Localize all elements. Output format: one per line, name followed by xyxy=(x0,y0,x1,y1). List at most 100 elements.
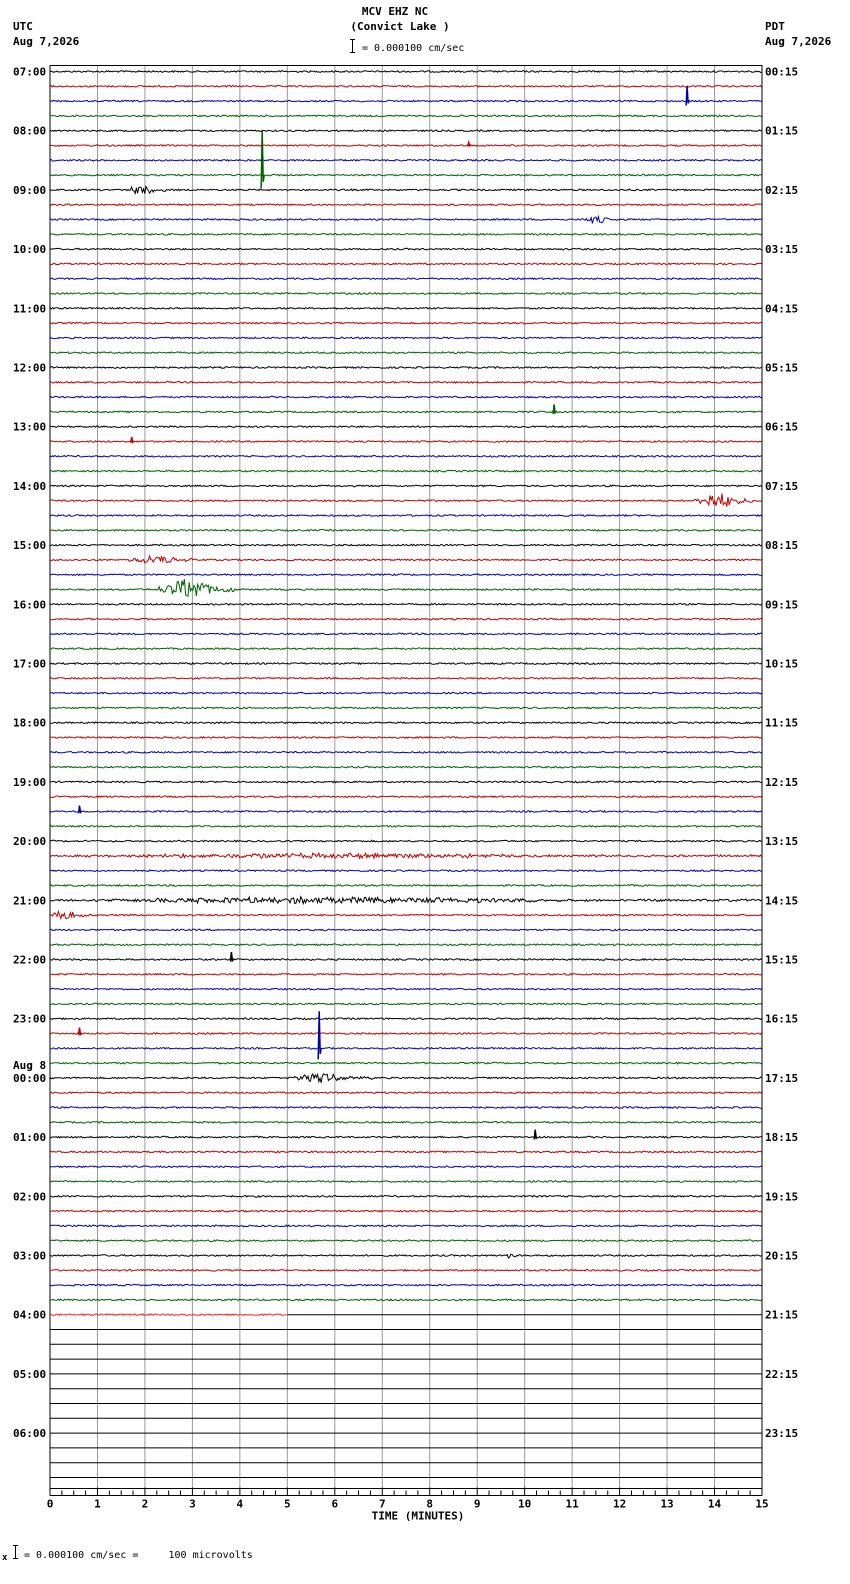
utc-time-label: 09:00 xyxy=(13,184,46,197)
utc-time-label: 10:00 xyxy=(13,243,46,256)
trace-line xyxy=(49,809,762,814)
utc-time-label: 02:00 xyxy=(13,1190,46,1203)
trace-line xyxy=(49,1209,762,1213)
trace-line xyxy=(49,750,762,754)
seismic-event-spike xyxy=(533,1129,538,1140)
footer-scale-bar-icon xyxy=(15,1545,16,1559)
utc-time-label: 11:00 xyxy=(13,302,46,315)
trace-line xyxy=(49,1072,762,1084)
trace-line xyxy=(50,909,762,921)
traces xyxy=(49,69,762,1478)
trace-line xyxy=(49,1313,287,1317)
trace-line xyxy=(49,869,762,873)
x-tick-label: 0 xyxy=(47,1498,54,1511)
utc-time-label: 21:00 xyxy=(13,894,46,907)
trace-line xyxy=(50,928,762,932)
trace-line xyxy=(49,232,762,236)
trace-line xyxy=(50,721,762,725)
pdt-time-label: 22:15 xyxy=(765,1368,798,1381)
x-axis-title: TIME (MINUTES) xyxy=(372,1510,465,1523)
x-tick-label: 13 xyxy=(660,1498,673,1511)
trace-line xyxy=(49,336,762,340)
trace-line xyxy=(49,883,762,888)
trace-line xyxy=(49,943,762,947)
trace-line xyxy=(49,158,762,162)
trace-line xyxy=(49,84,762,88)
trace-line xyxy=(49,1239,762,1243)
footer-scale-bar-cap-bottom xyxy=(13,1558,18,1559)
trace-line xyxy=(49,1224,762,1228)
trace-line xyxy=(49,484,762,488)
pdt-time-label: 05:15 xyxy=(765,362,798,375)
footer-scale-bar-cap-top xyxy=(13,1545,18,1546)
trace-line xyxy=(49,262,762,266)
trace-line xyxy=(49,1105,762,1110)
trace-line xyxy=(49,493,762,507)
trace-line xyxy=(49,554,762,564)
trace-line xyxy=(49,573,762,577)
footer-icon: x xyxy=(2,1553,8,1563)
trace-line xyxy=(49,410,762,414)
trace-line xyxy=(49,839,762,843)
utc-date-label: Aug 8 xyxy=(13,1059,46,1072)
trace-line xyxy=(49,1194,762,1198)
utc-time-label: 00:00 xyxy=(13,1072,46,1085)
x-tick-label: 6 xyxy=(331,1498,338,1511)
trace-line xyxy=(49,691,762,695)
pdt-time-label: 12:15 xyxy=(765,776,798,789)
trace-line xyxy=(49,795,762,799)
trace-line xyxy=(49,454,762,458)
x-tick-label: 3 xyxy=(189,1498,196,1511)
trace-line xyxy=(49,543,762,547)
utc-time-label: 22:00 xyxy=(13,954,46,967)
x-tick-label: 12 xyxy=(613,1498,626,1511)
pdt-time-label: 01:15 xyxy=(765,125,798,138)
pdt-time-label: 04:15 xyxy=(765,302,798,315)
trace-line xyxy=(49,1120,762,1124)
pdt-time-label: 07:15 xyxy=(765,480,798,493)
trace-line xyxy=(49,1135,762,1139)
trace-line xyxy=(49,129,762,133)
utc-time-label: 14:00 xyxy=(13,480,46,493)
trace-line xyxy=(49,365,762,370)
pdt-time-label: 11:15 xyxy=(765,717,798,730)
utc-time-label: 23:00 xyxy=(13,1013,46,1026)
x-tick-label: 14 xyxy=(708,1498,722,1511)
pdt-time-label: 20:15 xyxy=(765,1250,798,1263)
trace-line xyxy=(49,1165,762,1169)
trace-line xyxy=(49,957,762,962)
x-tick-label: 5 xyxy=(284,1498,291,1511)
pdt-time-label: 06:15 xyxy=(765,421,798,434)
trace-line xyxy=(49,291,762,296)
trace-line xyxy=(49,528,762,532)
utc-time-label: 13:00 xyxy=(13,421,46,434)
trace-line xyxy=(49,1150,762,1154)
trace-line xyxy=(49,277,762,281)
trace-line xyxy=(49,1268,762,1272)
utc-time-label: 05:00 xyxy=(13,1368,46,1381)
pdt-time-label: 08:15 xyxy=(765,539,798,552)
trace-line xyxy=(49,1002,762,1006)
pdt-time-label: 23:15 xyxy=(765,1427,798,1440)
trace-line xyxy=(49,69,762,73)
utc-time-label: 17:00 xyxy=(13,658,46,671)
utc-time-label: 15:00 xyxy=(13,539,46,552)
trace-line xyxy=(49,579,762,597)
x-tick-label: 15 xyxy=(755,1498,768,1511)
trace-line xyxy=(49,824,762,828)
trace-line xyxy=(49,203,762,207)
x-tick-label: 1 xyxy=(94,1498,101,1511)
trace-line xyxy=(49,99,762,103)
trace-line xyxy=(49,306,762,310)
trace-line xyxy=(49,143,762,147)
trace-line xyxy=(49,1253,762,1259)
seismic-event-spike xyxy=(466,139,471,147)
trace-line xyxy=(49,780,762,784)
pdt-time-label: 00:15 xyxy=(765,66,798,79)
trace-line xyxy=(49,185,762,196)
seismic-event-spike xyxy=(229,952,234,963)
pdt-time-label: 14:15 xyxy=(765,894,798,907)
pdt-time-label: 16:15 xyxy=(765,1013,798,1026)
trace-line xyxy=(49,706,762,710)
trace-line xyxy=(49,765,762,769)
